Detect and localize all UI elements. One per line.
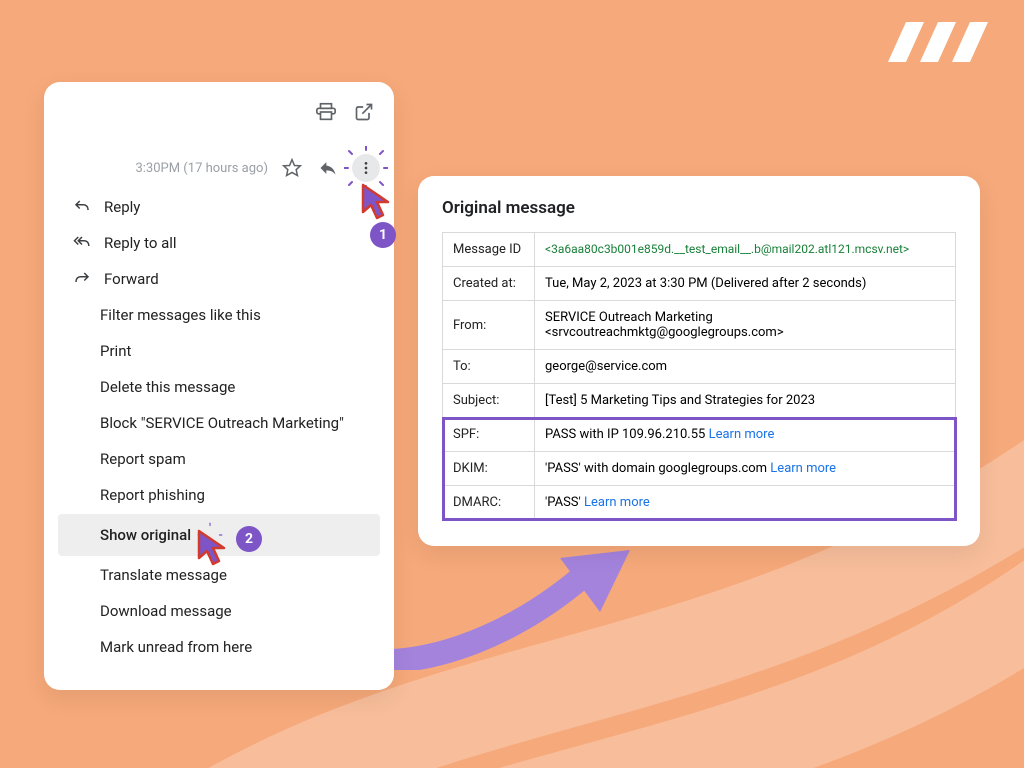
menu-report-spam[interactable]: Report spam [58,442,380,476]
value-dmarc: 'PASS' [545,495,584,510]
label-to: To: [443,350,535,384]
sparkle-icon [197,522,223,548]
email-context-menu: Reply Reply to all Forward Filter messag… [58,190,380,664]
label-dmarc: DMARC: [443,486,535,520]
learn-more-link[interactable]: Learn more [709,427,775,442]
menu-filter[interactable]: Filter messages like this [58,298,380,332]
label-spf: SPF: [443,418,535,452]
menu-reply[interactable]: Reply [58,190,380,224]
menu-forward-label: Forward [104,270,159,288]
original-message-table: Message ID <3a6aa80c3b001e859d.__test_em… [442,232,956,520]
value-created-at: Tue, May 2, 2023 at 3:30 PM (Delivered a… [535,267,956,301]
label-from: From: [443,301,535,350]
open-external-icon[interactable] [352,100,376,124]
row-to: To: george@service.com [443,350,956,384]
menu-show-original[interactable]: Show original [58,514,380,556]
row-subject: Subject: [Test] 5 Marketing Tips and Str… [443,384,956,418]
menu-block[interactable]: Block "SERVICE Outreach Marketing" [58,406,380,440]
original-message-panel: Original message Message ID <3a6aa80c3b0… [418,176,980,546]
row-dmarc: DMARC: 'PASS' Learn more [443,486,956,520]
email-toolbar [314,100,376,124]
print-icon[interactable] [314,100,338,124]
menu-delete[interactable]: Delete this message [58,370,380,404]
value-from: SERVICE Outreach Marketing <srvcoutreach… [535,301,956,350]
reply-icon [72,198,92,216]
value-to: george@service.com [535,350,956,384]
menu-print[interactable]: Print [58,334,380,368]
value-subject: [Test] 5 Marketing Tips and Strategies f… [535,384,956,418]
brand-logo [884,18,994,66]
email-header-row: 3:30PM (17 hours ago) [135,154,380,182]
row-spf: SPF: PASS with IP 109.96.210.55 Learn mo… [443,418,956,452]
menu-download[interactable]: Download message [58,594,380,628]
reply-quick-icon[interactable] [316,156,340,180]
row-message-id: Message ID <3a6aa80c3b001e859d.__test_em… [443,233,956,267]
more-menu-button[interactable] [352,154,380,182]
menu-reply-label: Reply [104,198,140,216]
row-from: From: SERVICE Outreach Marketing <srvcou… [443,301,956,350]
menu-reply-all-label: Reply to all [104,234,177,252]
label-created-at: Created at: [443,267,535,301]
timestamp: 3:30PM (17 hours ago) [135,161,268,176]
menu-translate[interactable]: Translate message [58,558,380,592]
reply-all-icon [72,234,92,252]
menu-forward[interactable]: Forward [58,262,380,296]
step-badge-2: 2 [236,526,262,552]
menu-reply-all[interactable]: Reply to all [58,226,380,260]
value-spf: PASS with IP 109.96.210.55 [545,427,709,442]
value-dkim: 'PASS' with domain googlegroups.com [545,461,770,476]
learn-more-link[interactable]: Learn more [584,495,650,510]
original-message-title: Original message [442,198,956,218]
step-badge-1: 1 [370,222,396,248]
label-subject: Subject: [443,384,535,418]
row-created-at: Created at: Tue, May 2, 2023 at 3:30 PM … [443,267,956,301]
email-actions-panel: 3:30PM (17 hours ago) Reply [44,82,394,690]
row-dkim: DKIM: 'PASS' with domain googlegroups.co… [443,452,956,486]
menu-mark-unread[interactable]: Mark unread from here [58,630,380,664]
forward-icon [72,270,92,288]
value-message-id: <3a6aa80c3b001e859d.__test_email__.b@mai… [545,242,909,256]
label-message-id: Message ID [443,233,535,267]
label-dkim: DKIM: [443,452,535,486]
menu-report-phishing[interactable]: Report phishing [58,478,380,512]
learn-more-link[interactable]: Learn more [770,461,836,476]
star-icon[interactable] [280,156,304,180]
auth-results-block: SPF: PASS with IP 109.96.210.55 Learn mo… [443,418,956,520]
